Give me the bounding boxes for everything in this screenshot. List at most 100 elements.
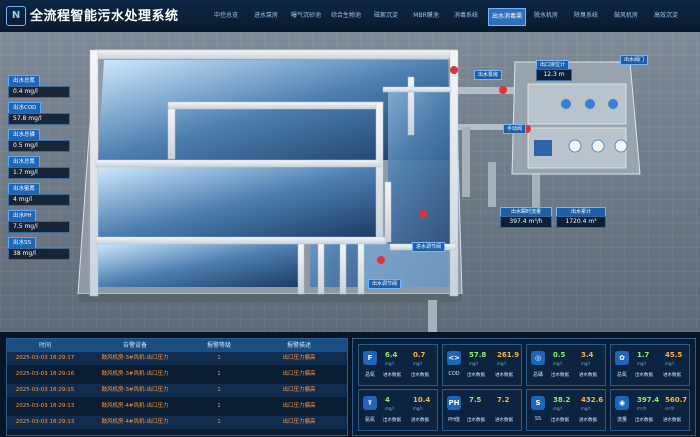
- param-name: PH值: [448, 417, 460, 423]
- logo-icon: N: [6, 6, 26, 26]
- table-row[interactable]: 2025-03-03 18:29:13 鼓风机房-4#风机-出口压力 1 出口压力偏高: [7, 400, 347, 413]
- alarm-cell-desc: 出口压力偏高: [282, 403, 316, 409]
- top-header: N 全流程智能污水处理系统 中控总览 进水泵房 曝气沉砂池 综合生物池 磁絮沉淀 MBR膜…: [0, 0, 700, 33]
- param-unit: mg/l: [385, 406, 394, 411]
- param-card[interactable]: ◎ 总磷 0.5 3.4 mg/l mg/l 出水数据 进水数据: [526, 344, 606, 386]
- alarm-col-header: 报警等级: [187, 339, 251, 352]
- nav-tab-0[interactable]: 中控总览: [208, 8, 244, 24]
- alarm-cell-device: 鼓风机房-4#风机-出口压力: [101, 419, 169, 425]
- plant-drawing: [77, 49, 641, 332]
- alarm-col-header: 时间: [7, 339, 83, 352]
- param-label-a: 出水数据: [551, 418, 569, 423]
- param-icon: ◉: [615, 396, 629, 410]
- param-outflow-value: 1.7: [637, 351, 650, 359]
- param-icon: ☤: [363, 396, 377, 410]
- flow-inst-value: 397.4 m³/h: [500, 216, 552, 228]
- param-label-a: 进水数据: [383, 373, 401, 378]
- nav-tab-1[interactable]: 进水泵房: [248, 8, 284, 24]
- param-icon: <>: [447, 351, 461, 365]
- param-unit: mg/l: [637, 361, 646, 366]
- tag-outflow-room[interactable]: 出水泵房: [474, 70, 503, 80]
- param-label-b: 进水数据: [579, 418, 597, 423]
- param-unit: m³/h: [637, 406, 647, 411]
- indicator-value: 38 mg/l: [8, 248, 70, 260]
- plant-3d-scene[interactable]: 出水总氮 0.4 mg/l 出水COD 57.8 mg/l 出水总磷 0.5 mg/l 出水…: [0, 32, 700, 332]
- table-row[interactable]: 2025-03-03 18:29:13 鼓风机房-4#风机-出口压力 1 出口压力偏高: [7, 416, 347, 429]
- param-name: 总氮: [616, 372, 627, 378]
- param-label-a: 出水数据: [467, 418, 485, 423]
- nav-tab-3[interactable]: 综合生物池: [328, 8, 364, 24]
- param-unit: mg/l: [469, 361, 478, 366]
- param-outflow-value: 0.5: [553, 351, 566, 359]
- nav-tab-11[interactable]: 高效沉淀: [648, 8, 684, 24]
- nav-tab-7[interactable]: 出水消毒渠: [488, 8, 526, 26]
- param-label-b: 进水数据: [663, 418, 681, 423]
- param-name: SS: [534, 416, 542, 422]
- alarm-cell-time: 2025-03-03 18:29:13: [15, 403, 75, 409]
- nav-tab-4[interactable]: 磁絮沉淀: [368, 8, 404, 24]
- indicator-value: 57.8 mg/l: [8, 113, 70, 125]
- param-label-b: 进水数据: [411, 418, 429, 423]
- param-inflow-value: 7.2: [497, 396, 510, 404]
- param-inflow-value: 261.9: [497, 351, 520, 359]
- flow-total-value: 1720.4 m³: [556, 216, 606, 228]
- param-unit: mg/l: [581, 361, 590, 366]
- param-unit: mg/l: [385, 361, 394, 366]
- nav-tab-2[interactable]: 曝气沉砂池: [288, 8, 324, 24]
- param-card[interactable]: <> COD 57.8 261.9 mg/l mg/l 出水数据 进水数据: [442, 344, 522, 386]
- alarm-table: 时间 告警设备 报警等级 报警描述 2025-03-03 18:29:17 鼓风机房-3…: [6, 338, 348, 436]
- alarm-cell-level: 1: [217, 387, 221, 393]
- param-name: 总氮: [364, 372, 375, 378]
- param-outflow-value: 6.4: [385, 351, 398, 359]
- param-card[interactable]: ◉ 流量 397.4 560.7 m³/h m³/h 出水数据 进水数据: [610, 389, 690, 431]
- param-card[interactable]: S SS 38.2 432.6 mg/l mg/l 出水数据 进水数据: [526, 389, 606, 431]
- param-outflow-value: 4: [385, 396, 390, 404]
- param-card[interactable]: ✿ 总氮 1.7 45.5 mg/l mg/l 出水数据 进水数据: [610, 344, 690, 386]
- level-meter-value: 12.3 m: [536, 69, 572, 81]
- param-inflow-value: 560.7: [665, 396, 688, 404]
- param-label-b: 进水数据: [663, 373, 681, 378]
- alarm-col-header: 告警设备: [83, 339, 187, 352]
- alarm-cell-time: 2025-03-03 18:29:17: [15, 355, 75, 361]
- param-label-b: 进水数据: [579, 373, 597, 378]
- param-unit: mg/l: [665, 361, 674, 366]
- param-label-a: 出水数据: [383, 418, 401, 423]
- tag-manual-valve[interactable]: 手动阀: [503, 124, 527, 134]
- tag-outflow-valve[interactable]: 出水调节阀: [368, 279, 402, 289]
- alarm-cell-desc: 出口压力偏高: [282, 371, 316, 377]
- nav-tab-5[interactable]: MBR膜池: [408, 8, 444, 24]
- param-inflow-value: 0.7: [413, 351, 426, 359]
- alarm-cell-level: 1: [217, 403, 221, 409]
- alarm-cell-time: 2025-03-03 18:29:16: [15, 371, 75, 377]
- nav-tab-8[interactable]: 脱水机房: [528, 8, 564, 24]
- indicator-value: 0.4 mg/l: [8, 86, 70, 98]
- param-unit: mg/l: [497, 361, 506, 366]
- table-row[interactable]: 2025-03-03 18:29:17 鼓风机房-3#风机-出口压力 1 出口压力偏高: [7, 352, 347, 365]
- nav-tab-10[interactable]: 鼓风机房: [608, 8, 644, 24]
- param-icon: ◎: [531, 351, 545, 365]
- indicator-value: 1.7 mg/l: [8, 167, 70, 179]
- nav-tab-9[interactable]: 除臭系统: [568, 8, 604, 24]
- tag-inflow-valve[interactable]: 进水调节阀: [412, 242, 446, 252]
- param-card[interactable]: F 总氮 6.4 0.7 mg/l mg/l 进水数据 出水数据: [358, 344, 438, 386]
- param-label-b: 出水数据: [411, 373, 429, 378]
- table-row[interactable]: 2025-03-03 18:29:15 鼓风机房-3#风机-出口压力 1 出口压力偏高: [7, 384, 347, 397]
- tag-outlet-valve[interactable]: 出水阀门: [620, 55, 649, 65]
- param-label-a: 出水数据: [635, 373, 653, 378]
- param-card[interactable]: PH PH值 7.5 7.2 出水数据 进水数据: [442, 389, 522, 431]
- param-label-b: 进水数据: [495, 418, 513, 423]
- param-inflow-value: 45.5: [665, 351, 683, 359]
- nav-tab-6[interactable]: 消毒系统: [448, 8, 484, 24]
- param-unit: mg/l: [581, 406, 590, 411]
- table-row[interactable]: 2025-03-03 18:29:16 鼓风机房-3#风机-出口压力 1 出口压力偏高: [7, 368, 347, 381]
- param-outflow-value: 397.4: [637, 396, 660, 404]
- alarm-cell-device: 鼓风机房-3#风机-出口压力: [101, 371, 169, 377]
- param-outflow-value: 57.8: [469, 351, 487, 359]
- param-unit: mg/l: [413, 361, 422, 366]
- param-card[interactable]: ☤ 氨氮 4 10.4 mg/l mg/l 出水数据 进水数据: [358, 389, 438, 431]
- param-outflow-value: 7.5: [469, 396, 482, 404]
- param-icon: ✿: [615, 351, 629, 365]
- indicator-value: 7.5 mg/l: [8, 221, 70, 233]
- param-unit: mg/l: [553, 361, 562, 366]
- param-icon: PH: [447, 396, 461, 410]
